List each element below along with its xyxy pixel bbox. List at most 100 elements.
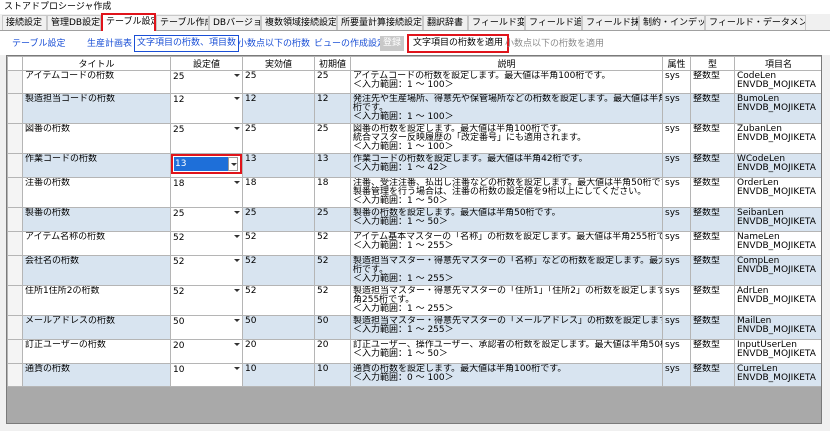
tab-field-deletion[interactable]: フィールド抹消 [582,15,639,30]
description-line: ＜入力範囲：1 ～ 100＞ [353,80,454,90]
row-header[interactable] [7,285,23,316]
setting-value[interactable]: 12 [173,95,240,106]
tab-table-creation[interactable]: テーブル作成 [156,15,209,30]
setting-value-cell[interactable]: 20 [170,339,243,364]
setting-value-cell[interactable]: 52 [170,231,243,256]
row-title: 製造担当コードの桁数 [22,93,171,124]
setting-value[interactable]: 25 [173,125,240,136]
setting-value-cell[interactable]: 52 [170,255,243,286]
setting-value[interactable]: 18 [173,179,240,190]
tab-field-addition[interactable]: フィールド追加 [525,15,582,30]
row-header[interactable] [7,231,23,256]
header-field-name[interactable]: 項目名 [734,56,821,71]
setting-value[interactable]: 20 [173,341,240,352]
chevron-down-icon[interactable] [234,343,240,346]
header-attribute[interactable]: 属性 [662,56,691,71]
setting-value[interactable]: 10 [173,365,240,376]
setting-value[interactable]: 50 [173,317,240,328]
table-row[interactable]: アイテムコードの桁数 25 25 25 アイテムコードの桁数を設定します。最大値は半角1… [7,70,821,94]
row-header[interactable] [7,363,23,387]
decimal-digits-link[interactable]: 小数点以下の桁数 [238,37,310,51]
chevron-down-icon[interactable] [234,211,240,214]
chevron-down-icon[interactable] [234,319,240,322]
setting-value-cell[interactable]: 12 [170,93,243,124]
setting-value-cell[interactable]: 25 [170,207,243,232]
tab-translation-dictionary[interactable]: 翻訳辞書 [423,15,468,30]
description: 製番の桁数を設定します。最大値は半角50桁です。 ＜入力範囲：1 ～ 50＞ [350,207,663,232]
header-type[interactable]: 型 [690,56,735,71]
header-effective[interactable]: 実効値 [242,56,315,71]
table-row[interactable]: 製番の桁数 25 25 25 製番の桁数を設定します。最大値は半角50桁です。 ＜入力範囲… [7,207,821,232]
chevron-down-icon[interactable] [234,235,240,238]
setting-value[interactable]: 52 [173,233,240,244]
row-header[interactable] [7,255,23,286]
table-row[interactable]: 訂正ユーザーの桁数 20 20 20 訂正ユーザー、操作ユーザー、承認者の桁数を設定しま… [7,339,821,364]
tab-constraints-index[interactable]: 制約・インデックス [639,15,705,30]
table-row[interactable]: 作業コードの桁数 13 13 13 作業コードの桁数を設定します。最大値は半角42桁です… [7,153,821,178]
chevron-down-icon[interactable] [234,127,240,130]
table-row[interactable]: 注番の桁数 18 18 18 注番、受注注番、払出し注番などの桁数を設定します。最大値は… [7,177,821,208]
setting-value[interactable]: 25 [173,209,240,220]
header-description[interactable]: 説明 [350,56,663,71]
row-title: 会社名の桁数 [22,255,171,286]
apply-decimal-digits-button[interactable]: 小数点以下の桁数を適用 [505,37,604,51]
data-type: 整数型 [690,93,735,124]
row-header[interactable] [7,153,23,178]
chevron-down-icon[interactable] [234,259,240,262]
table-row[interactable]: 会社名の桁数 52 52 52 製造担当マスター・得意先マスターの「名称」などの桁数を設… [7,255,821,286]
row-header-corner [7,56,23,71]
chevron-down-icon[interactable] [234,367,240,370]
setting-value-cell[interactable]: 13 [170,153,243,178]
view-settings-link[interactable]: ビューの作成設定 [314,37,386,51]
header-initial[interactable]: 初期値 [314,56,351,71]
setting-value-cell[interactable]: 25 [170,123,243,154]
row-header[interactable] [7,123,23,154]
register-button[interactable]: 登録 [380,36,405,51]
chevron-down-icon[interactable] [234,181,240,184]
row-header[interactable] [7,339,23,364]
table-row[interactable]: アイテム名称の桁数 52 52 52 アイテム基本マスターの「名称」の桁数を設定します。… [7,231,821,256]
table-settings-link[interactable]: テーブル設定 [12,37,65,51]
setting-value-cell[interactable]: 52 [170,285,243,316]
tab-table-settings[interactable]: テーブル設定 [101,13,156,31]
table-row[interactable]: 通貨の桁数 10 10 10 通貨の桁数を設定します。最大値は半角100桁です。 ＜入力範… [7,363,821,387]
row-header[interactable] [7,207,23,232]
table-row[interactable]: 住所1住所2の桁数 52 52 52 製造担当マスター・得意先マスターの「住所1」「住所… [7,285,821,316]
row-header[interactable] [7,70,23,94]
setting-value[interactable]: 25 [173,72,240,83]
table-row[interactable]: 図番の桁数 25 25 25 図番の桁数を設定します。最大値は半角100桁です。 統合マス… [7,123,821,154]
tab-requirement-calc-connection[interactable]: 所要量計算接続設定 [337,15,423,30]
tab-management-db-settings[interactable]: 管理DB設定 [47,15,101,30]
header-title[interactable]: タイトル [22,56,171,71]
setting-value[interactable]: 13 [174,157,229,171]
setting-value-cell[interactable]: 10 [170,363,243,387]
setting-value-editor[interactable]: 13 [171,154,242,174]
production-plan-table-link[interactable]: 生産計画表 [87,37,132,51]
setting-value[interactable]: 52 [173,257,240,268]
table-row[interactable]: 製造担当コードの桁数 12 12 12 発注先や生産場所、得意先や保管場所などの桁数を設… [7,93,821,124]
row-header[interactable] [7,177,23,208]
table-row[interactable]: メールアドレスの桁数 50 50 50 製造担当マスター・得意先マスターの「メールアドレ… [7,315,821,340]
header-setting[interactable]: 設定値 [170,56,243,71]
description: 発注先や生産場所、得意先や保管場所などの桁数を設定します。最大値は半角100 桁で… [350,93,663,124]
tab-field-conversion[interactable]: フィールド変換 [468,15,525,30]
chevron-down-icon[interactable] [234,74,240,77]
tab-bar: 接続設定 管理DB設定 テーブル設定 テーブル作成 DBバージョン 複数領域接続… [0,13,830,31]
tab-multi-area-connection[interactable]: 複数領域接続設定 [261,15,337,30]
initial-value: 13 [314,153,351,178]
chevron-down-icon[interactable] [234,289,240,292]
chevron-down-icon[interactable] [228,157,238,171]
setting-value-cell[interactable]: 50 [170,315,243,340]
setting-value[interactable]: 52 [173,287,240,298]
text-digits-button[interactable]: 文字項目の桁数、項目数 [134,35,240,52]
row-header[interactable] [7,315,23,340]
tab-field-data-maintenance[interactable]: フィールド・データメンテナンス [705,15,806,30]
tab-connection-settings[interactable]: 接続設定 [2,15,47,30]
apply-text-digits-button[interactable]: 文字項目の桁数を適用 [407,34,510,53]
chevron-down-icon[interactable] [234,97,240,100]
setting-value-cell[interactable]: 18 [170,177,243,208]
setting-value-cell[interactable]: 25 [170,70,243,94]
row-header[interactable] [7,93,23,124]
tab-db-version[interactable]: DBバージョン [209,15,261,30]
effective-value: 25 [242,123,315,154]
